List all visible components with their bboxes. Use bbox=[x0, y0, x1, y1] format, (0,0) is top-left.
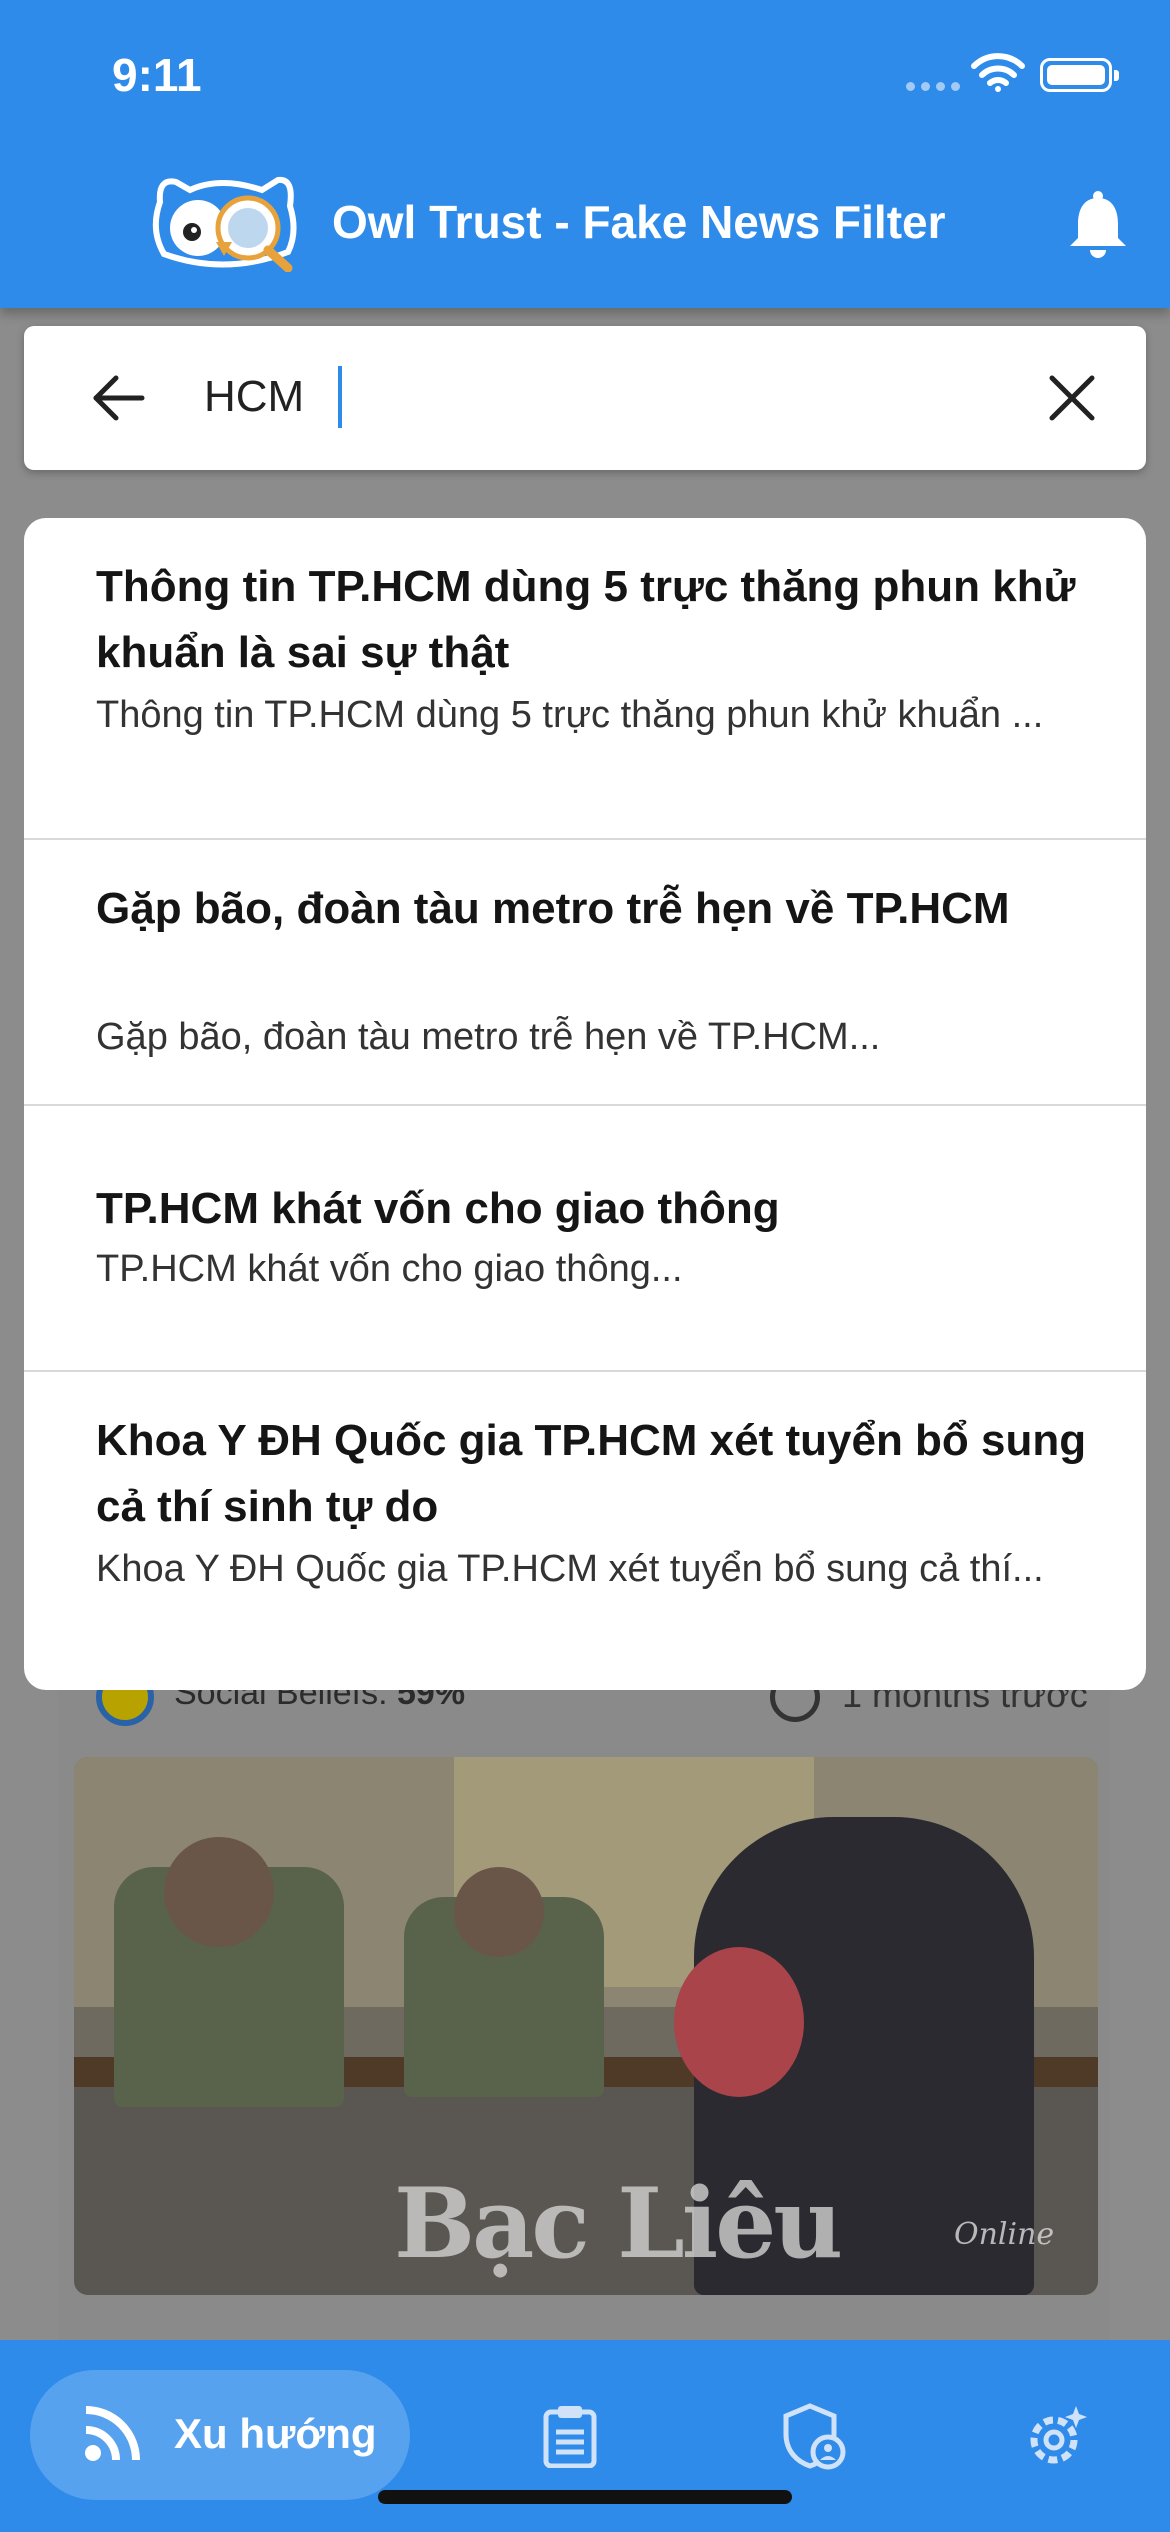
owl-magnifier-logo bbox=[152, 176, 297, 272]
suggestion-description: TP.HCM khát vốn cho giao thông... bbox=[96, 1248, 683, 1290]
gear-icon[interactable] bbox=[1024, 2402, 1092, 2470]
clipboard-icon[interactable] bbox=[540, 2404, 600, 2468]
image-watermark: Bạc Liêu bbox=[394, 2167, 843, 2280]
home-indicator bbox=[378, 2490, 792, 2504]
suggestion-item[interactable]: Khoa Y ĐH Quốc gia TP.HCM xét tuyển bổ s… bbox=[24, 1372, 1146, 1690]
suggestion-description: Thông tin TP.HCM dùng 5 trực thăng phun … bbox=[96, 694, 1044, 736]
news-image[interactable]: Bạc Liêu Online bbox=[74, 1757, 1098, 2295]
app-title: Owl Trust - Fake News Filter bbox=[332, 196, 946, 248]
search-input[interactable] bbox=[204, 364, 1004, 430]
wifi-icon bbox=[971, 53, 1025, 92]
image-watermark-sub: Online bbox=[954, 2217, 1055, 2252]
arrow-left-icon[interactable] bbox=[90, 370, 146, 426]
battery-icon bbox=[1040, 58, 1119, 92]
close-icon[interactable] bbox=[1046, 372, 1098, 424]
shield-user-icon[interactable] bbox=[782, 2402, 848, 2470]
nav-item-trending-label: Xu hướng bbox=[174, 2410, 377, 2457]
text-caret bbox=[338, 366, 342, 428]
search-suggestions: Thông tin TP.HCM dùng 5 trực thăng phun … bbox=[24, 518, 1146, 1690]
status-time: 9:11 bbox=[112, 49, 202, 101]
suggestion-title: Gặp bão, đoàn tàu metro trễ hẹn về TP.HC… bbox=[96, 884, 1010, 933]
suggestion-description: Khoa Y ĐH Quốc gia TP.HCM xét tuyển bổ s… bbox=[96, 1548, 1044, 1590]
search-bar bbox=[24, 326, 1146, 470]
suggestion-title: Thông tin TP.HCM dùng 5 trực thăng phun … bbox=[96, 562, 1076, 677]
rss-icon bbox=[85, 2406, 140, 2461]
suggestion-item[interactable]: Gặp bão, đoàn tàu metro trễ hẹn về TP.HC… bbox=[24, 840, 1146, 1106]
cellular-signal-icon bbox=[906, 82, 960, 91]
app-header: 9:11 Owl Trust - Fake News Filter bbox=[0, 0, 1170, 308]
suggestion-description: Gặp bão, đoàn tàu metro trễ hẹn về TP.HC… bbox=[96, 1016, 881, 1058]
suggestion-item[interactable]: Thông tin TP.HCM dùng 5 trực thăng phun … bbox=[24, 518, 1146, 840]
suggestion-item[interactable]: TP.HCM khát vốn cho giao thông TP.HCM kh… bbox=[24, 1106, 1146, 1372]
suggestion-title: TP.HCM khát vốn cho giao thông bbox=[96, 1184, 780, 1233]
suggestion-title: Khoa Y ĐH Quốc gia TP.HCM xét tuyển bổ s… bbox=[96, 1416, 1087, 1531]
bell-icon[interactable] bbox=[1066, 190, 1130, 260]
